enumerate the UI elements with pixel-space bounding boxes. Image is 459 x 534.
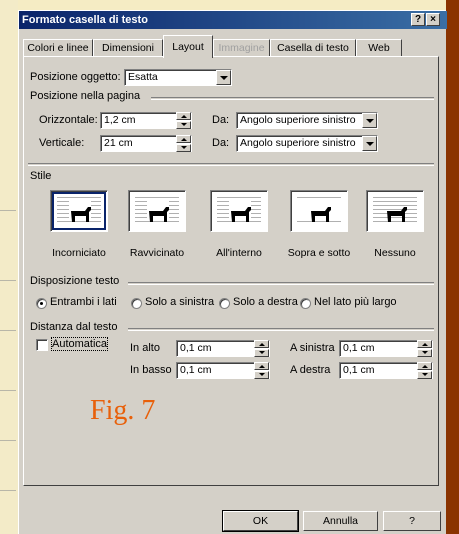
da-orizzontale-select[interactable]: Angolo superiore sinistro xyxy=(236,112,378,129)
ok-button[interactable]: OK xyxy=(223,511,298,531)
stile-sopra-sotto-option[interactable] xyxy=(290,190,348,232)
stile-label: Stile xyxy=(30,170,52,182)
dialog-title: Formato casella di testo xyxy=(22,14,148,26)
solo-destra-radio[interactable] xyxy=(219,298,230,309)
dialog-titlebar: Formato casella di testo ? × xyxy=(19,11,447,29)
help-icon[interactable]: ? xyxy=(411,13,425,26)
solo-destra-label[interactable]: Solo a destra xyxy=(233,296,298,308)
a-destra-label: A destra xyxy=(290,364,331,376)
tab-layout[interactable]: Layout xyxy=(163,35,213,58)
a-sinistra-label: A sinistra xyxy=(290,342,335,354)
lato-piu-largo-label[interactable]: Nel lato più largo xyxy=(314,296,397,308)
dog-icon xyxy=(149,207,169,222)
group-divider xyxy=(28,163,434,166)
distanza-label: Distanza dal testo xyxy=(30,321,118,333)
dog-icon xyxy=(387,207,407,222)
stile-incorniciato-option[interactable] xyxy=(50,190,108,232)
in-basso-spinner[interactable] xyxy=(254,362,269,379)
chevron-down-icon[interactable] xyxy=(362,136,377,151)
dog-icon xyxy=(231,207,251,222)
a-destra-spinner[interactable] xyxy=(417,362,432,379)
tab-casella-testo[interactable]: Casella di testo xyxy=(270,39,356,57)
automatica-checkbox[interactable] xyxy=(36,339,48,351)
solo-sinistra-label[interactable]: Solo a sinistra xyxy=(145,296,214,308)
posizione-oggetto-label: Posizione oggetto: xyxy=(30,71,121,83)
orizzontale-spinner[interactable] xyxy=(176,112,191,129)
da-label: Da: xyxy=(212,114,230,126)
tab-immagine: Immagine xyxy=(213,39,270,57)
stile-ravvicinato-option[interactable] xyxy=(128,190,186,232)
format-textbox-dialog: Formato casella di testo ? × Colori e li… xyxy=(18,10,447,534)
dog-icon xyxy=(311,207,331,222)
layout-panel: Posizione oggetto: Esatta Posizione nell… xyxy=(23,56,439,486)
stile-ravvicinato-label: Ravvicinato xyxy=(129,247,185,259)
tab-web[interactable]: Web xyxy=(356,39,402,57)
in-alto-spinner[interactable] xyxy=(254,340,269,357)
in-alto-label: In alto xyxy=(130,342,160,354)
group-divider xyxy=(128,282,434,285)
verticale-label: Verticale: xyxy=(39,137,85,149)
help-button[interactable]: ? xyxy=(383,511,441,531)
figure-caption: Fig. 7 xyxy=(90,395,156,426)
chevron-down-icon[interactable] xyxy=(216,70,231,85)
tab-colori-linee[interactable]: Colori e linee xyxy=(23,39,93,57)
tab-strip: Colori e linee Dimensioni Layout Immagin… xyxy=(23,35,443,58)
da-verticale-select[interactable]: Angolo superiore sinistro xyxy=(236,135,378,152)
verticale-spinner[interactable] xyxy=(176,135,191,152)
disposizione-label: Disposizione testo xyxy=(30,275,120,287)
entrambi-lati-label[interactable]: Entrambi i lati xyxy=(50,296,117,308)
a-sinistra-spinner[interactable] xyxy=(417,340,432,357)
automatica-label[interactable]: Automatica xyxy=(50,337,109,351)
stile-nessuno-label: Nessuno xyxy=(374,247,416,259)
annulla-button[interactable]: Annulla xyxy=(303,511,378,531)
close-icon[interactable]: × xyxy=(426,13,440,26)
entrambi-lati-radio[interactable] xyxy=(36,298,47,309)
tab-dimensioni[interactable]: Dimensioni xyxy=(93,39,163,57)
chevron-down-icon[interactable] xyxy=(362,113,377,128)
solo-sinistra-radio[interactable] xyxy=(131,298,142,309)
lato-piu-largo-radio[interactable] xyxy=(300,298,311,309)
slide-background-strip xyxy=(0,0,18,534)
orizzontale-label: Orizzontale: xyxy=(39,114,98,126)
slide-background-border xyxy=(446,0,459,534)
stile-nessuno-option[interactable] xyxy=(366,190,424,232)
group-divider xyxy=(128,328,434,331)
dog-icon xyxy=(71,207,91,222)
in-basso-label: In basso xyxy=(130,364,172,376)
da-label: Da: xyxy=(212,137,230,149)
posizione-pagina-label: Posizione nella pagina xyxy=(30,90,141,102)
group-divider xyxy=(151,97,434,100)
stile-allinterno-option[interactable] xyxy=(210,190,268,232)
